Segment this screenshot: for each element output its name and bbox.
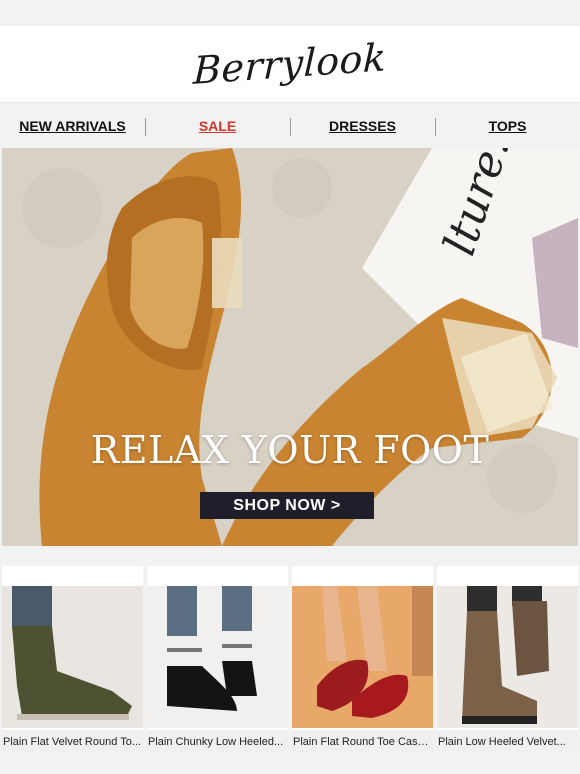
winter-boot-icon[interactable] [437,586,578,728]
product-list: Plain Flat Velvet Round To... Plain Chun… [0,566,580,754]
nav-new-arrivals[interactable]: NEW ARRIVALS [0,118,145,134]
shop-now-button[interactable]: SHOP NOW > [200,492,374,519]
hero-headline: RELAX YOUR FOOT [90,428,490,472]
loafer-icon[interactable] [292,586,433,728]
hero-banner[interactable]: lture. RELAX YOUR FOOT SHOP NOW > [2,148,578,546]
header: Berrylook [0,26,580,102]
ankle-boot-icon[interactable] [2,586,143,728]
product-card[interactable]: Plain Flat Velvet Round To... [2,566,143,754]
product-name[interactable]: Plain Flat Velvet Round To... [2,730,143,754]
product-card[interactable]: Plain Flat Round Toe Casu... [292,566,433,754]
product-card[interactable]: Plain Low Heeled Velvet... [437,566,578,754]
flat-shoe-icon[interactable] [147,586,288,728]
product-name[interactable]: Plain Low Heeled Velvet... [437,730,578,754]
top-spacer [0,0,580,26]
main-nav: NEW ARRIVALS SALE DRESSES TOPS [0,102,580,148]
nav-sale[interactable]: SALE [145,117,290,136]
brand-logo[interactable]: Berrylook [193,35,388,93]
nav-dresses[interactable]: DRESSES [290,117,435,136]
product-name[interactable]: Plain Flat Round Toe Casu... [292,730,433,754]
hero-image: lture. [2,148,578,546]
product-name[interactable]: Plain Chunky Low Heeled... [147,730,288,754]
nav-tops[interactable]: TOPS [435,117,580,136]
product-card[interactable]: Plain Chunky Low Heeled... [147,566,288,754]
